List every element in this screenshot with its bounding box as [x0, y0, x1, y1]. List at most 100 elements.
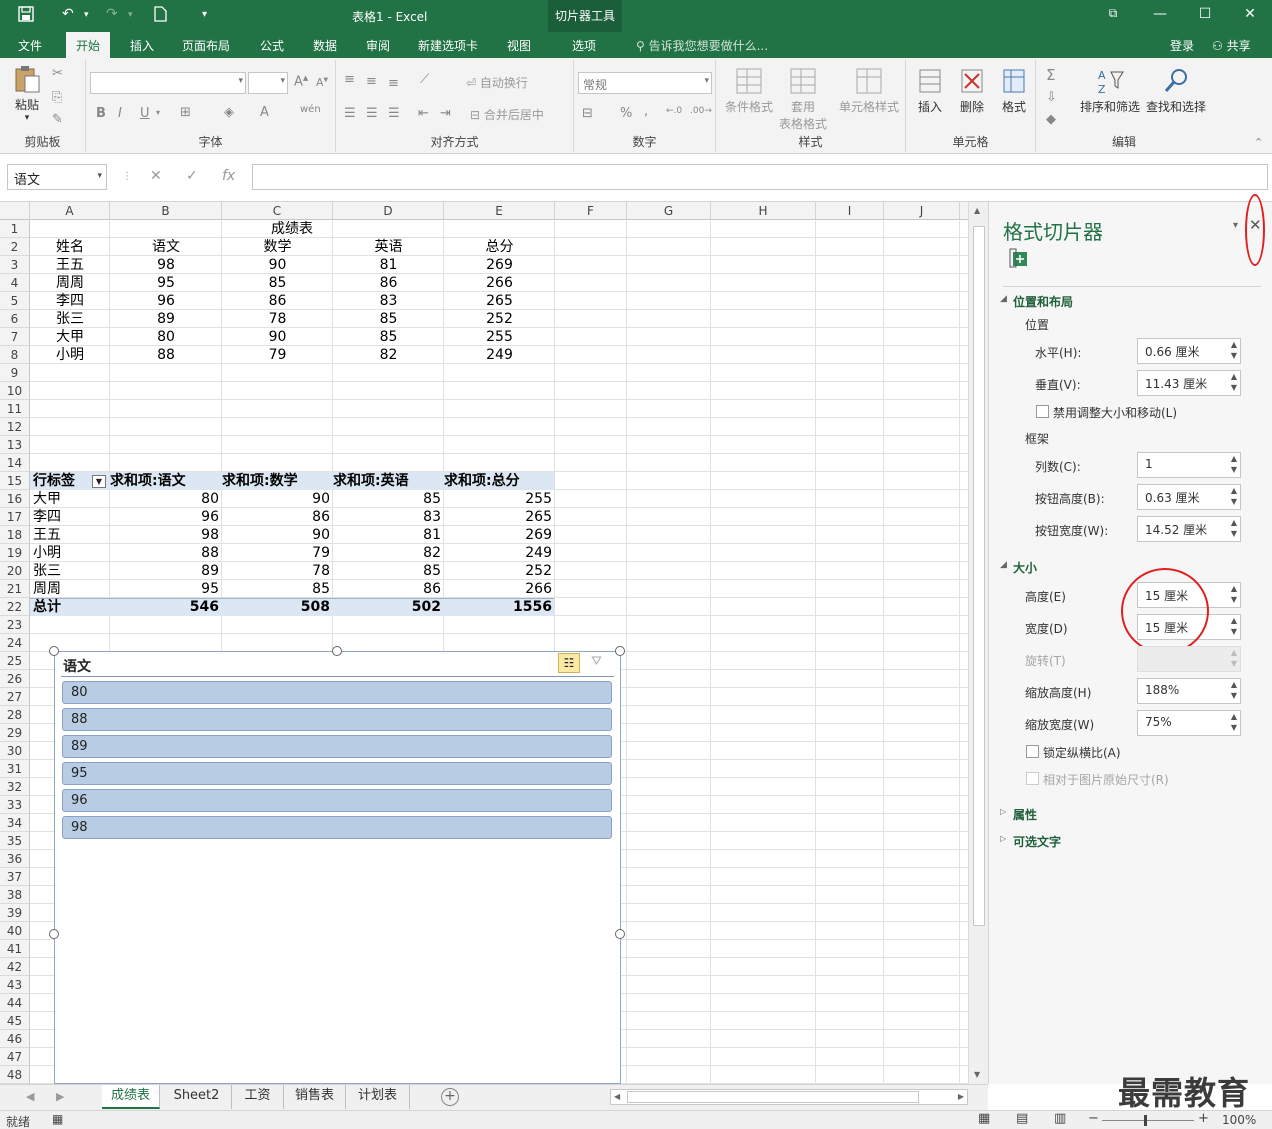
slicer-item[interactable]: 88: [62, 708, 612, 731]
prev-sheet-icon[interactable]: ◀: [26, 1090, 34, 1103]
phonetic-icon[interactable]: wén: [300, 104, 321, 115]
pivot-cell[interactable]: 252: [444, 562, 555, 580]
score-table-cell[interactable]: 269: [444, 256, 555, 274]
score-table-header[interactable]: 总分: [444, 238, 555, 256]
formula-input[interactable]: [252, 164, 1268, 190]
row-header[interactable]: 12: [0, 418, 30, 436]
score-table-cell[interactable]: 98: [110, 256, 222, 274]
spin-down-icon[interactable]: ▼: [1231, 691, 1237, 700]
name-box[interactable]: 语文 ▾: [7, 164, 107, 190]
spin-down-icon[interactable]: ▼: [1231, 723, 1237, 732]
spin-up-icon[interactable]: ▲: [1231, 712, 1237, 721]
redo-dropdown-icon[interactable]: ▾: [128, 10, 133, 20]
row-header[interactable]: 23: [0, 616, 30, 634]
columns-input[interactable]: 1 ▲ ▼: [1137, 452, 1241, 478]
score-table-cell[interactable]: 李四: [30, 292, 110, 310]
clear-filter-icon[interactable]: ⛛: [591, 654, 602, 669]
score-table-cell[interactable]: 79: [222, 346, 333, 364]
resize-handle-w[interactable]: [49, 929, 59, 939]
row-header[interactable]: 37: [0, 868, 30, 886]
row-header[interactable]: 24: [0, 634, 30, 652]
resize-handle-ne[interactable]: [615, 646, 625, 656]
row-header[interactable]: 31: [0, 760, 30, 778]
slicer-item[interactable]: 96: [62, 789, 612, 812]
number-format-combo[interactable]: 常规 ▾: [578, 72, 712, 94]
share-button[interactable]: ⚇ 共享: [1212, 37, 1251, 54]
row-header[interactable]: 22: [0, 598, 30, 616]
resize-handle-n[interactable]: [332, 646, 342, 656]
sheet-tab[interactable]: Sheet2: [162, 1085, 232, 1109]
row-label-filter-icon[interactable]: ▼: [92, 475, 106, 488]
pivot-total-cell[interactable]: 502: [333, 598, 444, 616]
orientation-icon[interactable]: ⟋: [420, 72, 429, 87]
button-height-input[interactable]: 0.63 厘米 ▲ ▼: [1137, 484, 1241, 510]
row-header[interactable]: 43: [0, 976, 30, 994]
macro-record-icon[interactable]: ▦: [52, 1112, 63, 1126]
undo-dropdown-icon[interactable]: ▾: [84, 10, 89, 20]
spin-up-icon[interactable]: ▲: [1231, 680, 1237, 689]
row-header[interactable]: 20: [0, 562, 30, 580]
horizontal-scrollbar[interactable]: ◀ ▶: [610, 1089, 968, 1105]
vertical-scroll-thumb[interactable]: [973, 226, 985, 926]
pivot-cell[interactable]: 88: [110, 544, 222, 562]
column-header[interactable]: A: [30, 202, 110, 220]
column-header[interactable]: F: [555, 202, 627, 220]
row-header[interactable]: 4: [0, 274, 30, 292]
zoom-out-icon[interactable]: −: [1088, 1111, 1099, 1126]
scale-width-input[interactable]: 75% ▲ ▼: [1137, 710, 1241, 736]
sheet-tab[interactable]: 销售表: [284, 1085, 346, 1109]
vertical-scrollbar[interactable]: ▲ ▼: [968, 202, 988, 1084]
sheet-tab[interactable]: 工资: [232, 1085, 284, 1109]
pivot-cell[interactable]: 张三: [30, 562, 110, 580]
find-select-button[interactable]: 查找和选择: [1142, 66, 1210, 115]
pivot-cell[interactable]: 周周: [30, 580, 110, 598]
slicer-item[interactable]: 98: [62, 816, 612, 839]
score-table-cell[interactable]: 81: [333, 256, 444, 274]
pivot-cell[interactable]: 86: [333, 580, 444, 598]
tab-formulas[interactable]: 公式: [260, 37, 284, 54]
score-table-cell[interactable]: 90: [222, 328, 333, 346]
tab-review[interactable]: 审阅: [366, 37, 390, 54]
spin-down-icon[interactable]: ▼: [1231, 497, 1237, 506]
new-file-icon[interactable]: [154, 6, 167, 26]
column-header[interactable]: H: [711, 202, 816, 220]
tell-me-search[interactable]: ⚲ 告诉我您想要做什么...: [636, 37, 768, 54]
maximize-button[interactable]: ☐: [1195, 6, 1215, 22]
accounting-format-icon[interactable]: ⊟: [582, 106, 593, 121]
ribbon-display-options-icon[interactable]: ⧉: [1103, 6, 1123, 21]
pivot-total-cell[interactable]: 546: [110, 598, 222, 616]
row-header[interactable]: 36: [0, 850, 30, 868]
scroll-down-icon[interactable]: ▼: [974, 1070, 980, 1079]
align-middle-icon[interactable]: ≡: [366, 74, 377, 89]
pivot-cell[interactable]: 269: [444, 526, 555, 544]
score-table-title[interactable]: 成绩表: [222, 220, 362, 238]
row-header[interactable]: 29: [0, 724, 30, 742]
decrease-indent-icon[interactable]: ⇤: [418, 106, 429, 121]
score-table-cell[interactable]: 95: [110, 274, 222, 292]
tab-home[interactable]: 开始: [66, 32, 111, 58]
row-header[interactable]: 40: [0, 922, 30, 940]
undo-icon[interactable]: ↶: [62, 6, 74, 22]
score-table-cell[interactable]: 255: [444, 328, 555, 346]
score-table-cell[interactable]: 88: [110, 346, 222, 364]
font-name-combo[interactable]: ▾: [90, 72, 246, 94]
tab-insert[interactable]: 插入: [130, 37, 154, 54]
row-header[interactable]: 1: [0, 220, 30, 238]
pivot-cell[interactable]: 95: [110, 580, 222, 598]
score-table-cell[interactable]: 249: [444, 346, 555, 364]
align-right-icon[interactable]: ☰: [388, 106, 400, 121]
score-table-cell[interactable]: 王五: [30, 256, 110, 274]
score-table-cell[interactable]: 83: [333, 292, 444, 310]
row-header[interactable]: 16: [0, 490, 30, 508]
row-header[interactable]: 47: [0, 1048, 30, 1066]
spin-down-icon[interactable]: ▼: [1231, 595, 1237, 604]
pivot-cell[interactable]: 90: [222, 490, 333, 508]
pivot-cell[interactable]: 90: [222, 526, 333, 544]
wrap-text-button[interactable]: ⏎ 自动换行: [466, 74, 528, 91]
row-header[interactable]: 11: [0, 400, 30, 418]
spin-up-icon[interactable]: ▲: [1231, 518, 1237, 527]
pivot-cell[interactable]: 81: [333, 526, 444, 544]
column-header[interactable]: I: [816, 202, 884, 220]
underline-dropdown-icon[interactable]: ▾: [156, 108, 160, 117]
row-header[interactable]: 28: [0, 706, 30, 724]
